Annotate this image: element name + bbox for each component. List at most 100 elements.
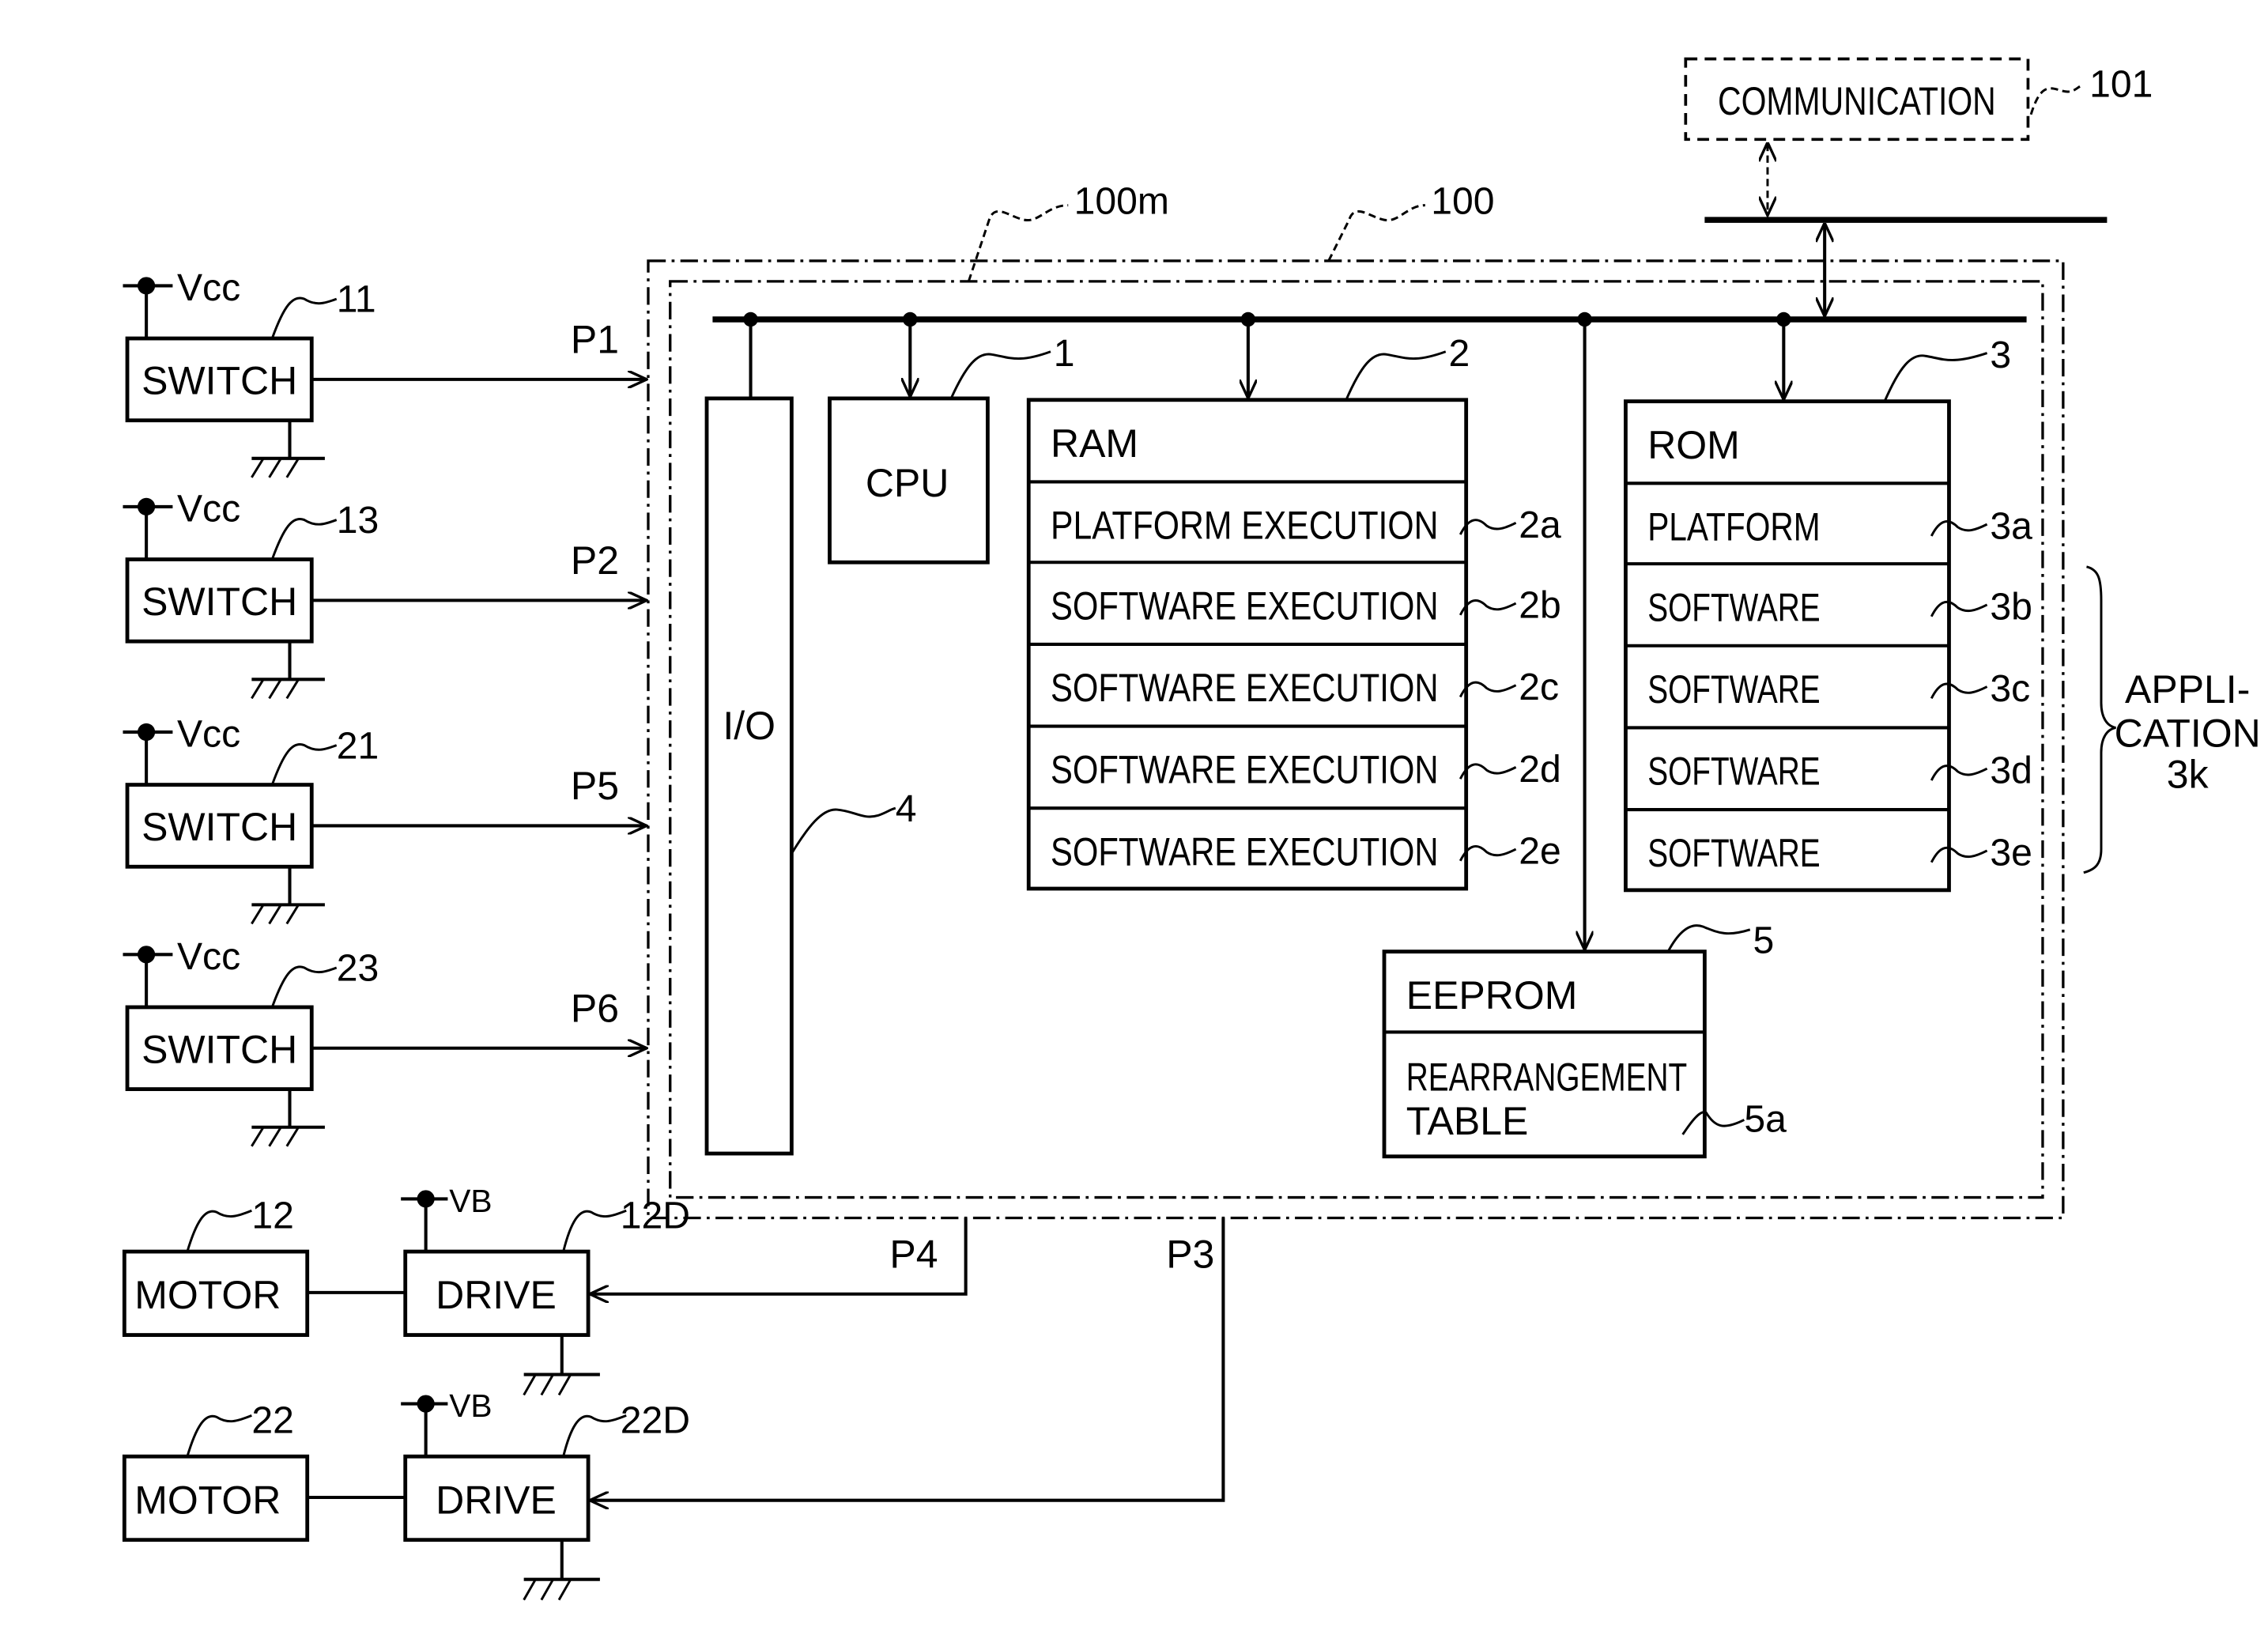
application-label-line3: 3k bbox=[2167, 752, 2210, 796]
ram-row-ref: 2b bbox=[1519, 584, 1561, 627]
ref-101: 101 bbox=[2089, 63, 2153, 106]
switch-ref: 11 bbox=[337, 278, 376, 321]
drive-ref: 12D bbox=[621, 1194, 690, 1237]
ref-100m: 100m bbox=[1074, 180, 1169, 223]
ram-row-label: SOFTWARE EXECUTION bbox=[1051, 829, 1439, 874]
ground-hatch bbox=[268, 904, 282, 925]
leader-4 bbox=[791, 806, 896, 855]
ground-hatch bbox=[268, 458, 282, 478]
ram-row-label: SOFTWARE EXECUTION bbox=[1051, 583, 1439, 628]
ram-row-leader bbox=[1459, 681, 1517, 698]
drive-ref: 22D bbox=[621, 1399, 690, 1442]
rom-row-label: SOFTWARE bbox=[1647, 667, 1820, 712]
leader-switch bbox=[270, 743, 338, 786]
ground-hatch bbox=[557, 1578, 572, 1601]
ground-hatch bbox=[251, 458, 265, 478]
drive-label: DRIVE bbox=[436, 1478, 557, 1522]
rom-row-ref: 3b bbox=[1990, 585, 2032, 628]
rom-row-label: SOFTWARE bbox=[1647, 831, 1820, 875]
leader-1 bbox=[949, 350, 1051, 399]
ref-1: 1 bbox=[1054, 332, 1075, 375]
ref-100: 100 bbox=[1431, 180, 1494, 223]
leader-switch bbox=[270, 296, 338, 339]
ground-hatch bbox=[268, 1126, 282, 1147]
ref-2: 2 bbox=[1448, 332, 1470, 375]
port-label: P5 bbox=[571, 764, 619, 808]
leader-5 bbox=[1666, 924, 1751, 953]
switch-label: SWITCH bbox=[142, 1027, 297, 1071]
leader-motor bbox=[186, 1414, 252, 1457]
communication-label: COMMUNICATION bbox=[1718, 79, 1996, 123]
rom-row-ref: 3c bbox=[1990, 667, 2030, 710]
ram-row-leader bbox=[1459, 519, 1517, 535]
switch-block: Vcc SWITCH 21 P5 bbox=[123, 712, 647, 925]
rom-row-label: SOFTWARE bbox=[1647, 749, 1820, 794]
leader-switch bbox=[270, 518, 338, 561]
leader-drive bbox=[562, 1209, 627, 1252]
application-label-line1: APPLI- bbox=[2125, 667, 2250, 712]
ref-3: 3 bbox=[1990, 334, 2011, 376]
ram-row-leader bbox=[1459, 763, 1517, 780]
application-brace bbox=[2083, 565, 2116, 874]
motor-label: MOTOR bbox=[134, 1478, 281, 1522]
communication-block: COMMUNICATION 101 bbox=[1684, 57, 2153, 216]
ground-hatch bbox=[285, 678, 300, 700]
leader-100 bbox=[1327, 204, 1425, 262]
ram-row-ref: 2c bbox=[1519, 666, 1559, 708]
ground-hatch bbox=[540, 1373, 554, 1396]
ram-row-label: PLATFORM EXECUTION bbox=[1051, 504, 1439, 548]
rom-row-ref: 3e bbox=[1990, 831, 2032, 874]
rearrangement-table-line1: REARRANGEMENT bbox=[1406, 1055, 1687, 1099]
rom-row-label: PLATFORM bbox=[1647, 504, 1820, 549]
eeprom-block: EEPROM REARRANGEMENT TABLE 5 5a bbox=[1382, 919, 1787, 1159]
ground-hatch bbox=[251, 904, 265, 925]
port-label: P1 bbox=[571, 318, 619, 362]
ground-hatch bbox=[285, 1126, 300, 1147]
leader-100m bbox=[967, 204, 1069, 282]
application-label-line2: CATION bbox=[2115, 711, 2261, 755]
switch-ref: 13 bbox=[337, 499, 379, 542]
cpu-label: CPU bbox=[866, 461, 949, 505]
ram-row-label: SOFTWARE EXECUTION bbox=[1051, 666, 1439, 710]
ground-hatch bbox=[251, 1126, 265, 1147]
rom-row-ref: 3a bbox=[1990, 505, 2032, 548]
vb-label: VB bbox=[449, 1388, 492, 1424]
drive-label: DRIVE bbox=[436, 1273, 557, 1317]
ram-row-label: SOFTWARE EXECUTION bbox=[1051, 748, 1439, 792]
ram-row-leader bbox=[1459, 599, 1517, 616]
vcc-label: Vcc bbox=[177, 266, 240, 309]
ground-hatch bbox=[557, 1373, 572, 1396]
io-box bbox=[704, 396, 794, 1156]
switch-label: SWITCH bbox=[142, 805, 297, 849]
ground-hatch bbox=[268, 678, 282, 700]
ground-hatch bbox=[251, 678, 265, 700]
ram-row-ref: 2a bbox=[1519, 504, 1561, 546]
switch-label: SWITCH bbox=[142, 358, 297, 402]
rom-block: ROM PLATFORM 3a SOFTWARE 3b SOFTWARE 3c SOFTWA… bbox=[1624, 334, 2032, 893]
ram-label: RAM bbox=[1051, 421, 1138, 466]
switch-block: Vcc SWITCH 11 P1 bbox=[123, 266, 647, 478]
motor-drive-block: MOTOR 22 DRIVE VB 22D bbox=[122, 1388, 690, 1601]
ground-hatch bbox=[523, 1578, 537, 1601]
switch-ref: 23 bbox=[337, 947, 379, 990]
motor-ref: 12 bbox=[251, 1194, 294, 1237]
motor-drive-block: MOTOR 12 DRIVE VB 12D bbox=[122, 1183, 690, 1396]
vcc-label: Vcc bbox=[177, 935, 240, 978]
ram-row-ref: 2d bbox=[1519, 748, 1561, 791]
io-label: I/O bbox=[723, 704, 775, 748]
motor-label: MOTOR bbox=[134, 1273, 281, 1317]
switch-ref: 21 bbox=[337, 724, 379, 767]
ground-hatch bbox=[523, 1373, 537, 1396]
leader-drive bbox=[562, 1414, 627, 1457]
ref-4: 4 bbox=[896, 787, 917, 830]
ram-block: RAM PLATFORM EXECUTION 2a SOFTWARE EXECUTI… bbox=[1026, 332, 1561, 891]
switch-label: SWITCH bbox=[142, 580, 297, 624]
vb-label: VB bbox=[449, 1183, 492, 1219]
leader-motor bbox=[186, 1209, 252, 1252]
ground-hatch bbox=[540, 1578, 554, 1601]
block-diagram: COMMUNICATION 101 100m 100 I/O 4 CPU 1 R… bbox=[122, 57, 2261, 1601]
switch-block: Vcc SWITCH 13 P2 bbox=[123, 487, 647, 700]
ground-hatch bbox=[285, 458, 300, 478]
switch-block: Vcc SWITCH 23 P6 bbox=[123, 935, 647, 1147]
rom-row-label: SOFTWARE bbox=[1647, 585, 1820, 629]
